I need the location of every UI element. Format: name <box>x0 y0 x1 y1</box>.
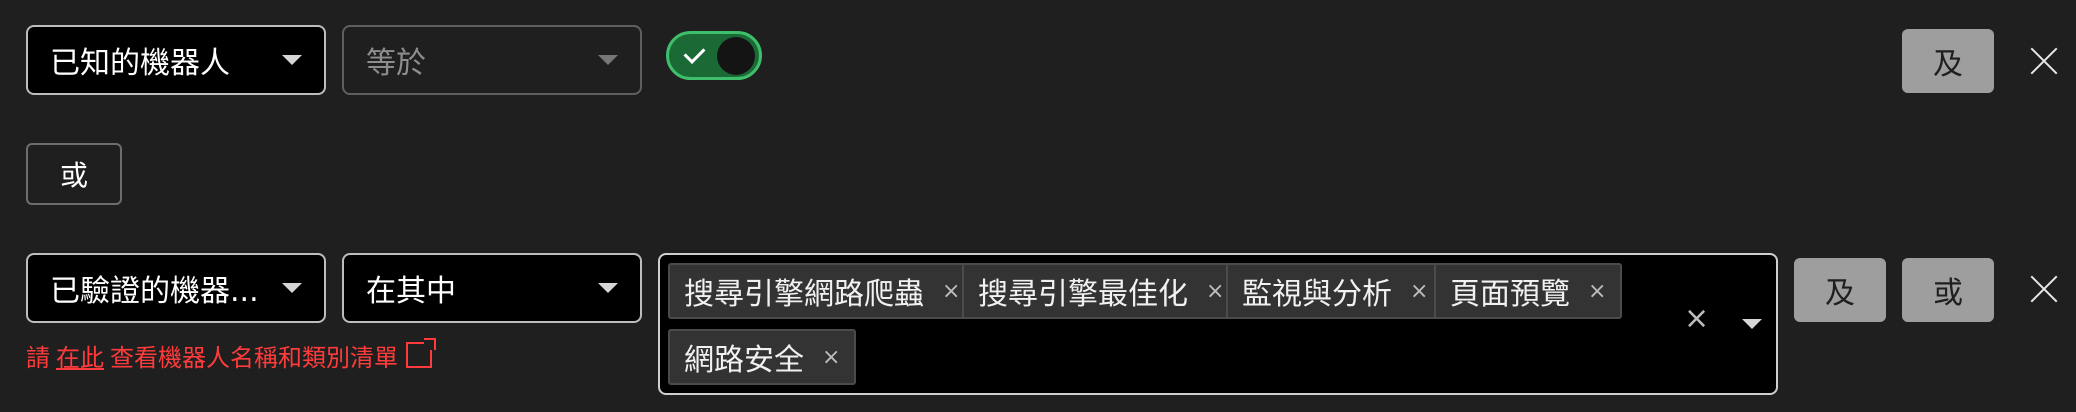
or-separator-button[interactable]: 或 <box>26 143 122 205</box>
clear-all-icon[interactable]: × <box>1684 301 1709 336</box>
chevron-down-icon <box>282 55 302 65</box>
tag-label: 監視與分析 <box>1242 277 1392 312</box>
toggle-knob <box>717 36 755 75</box>
chevron-down-icon <box>598 55 618 65</box>
helper-link[interactable]: 在此 <box>56 338 104 373</box>
tag-remove-icon[interactable]: × <box>822 345 840 370</box>
chevron-down-icon <box>598 283 618 293</box>
chevron-down-icon <box>282 283 302 293</box>
check-icon <box>683 42 706 64</box>
helper-suffix: 查看機器人名稱和類別清單 <box>110 343 398 372</box>
and-button-label: 及 <box>1933 47 1963 82</box>
tag-label: 網路安全 <box>684 343 804 378</box>
operator-select-value: 等於 <box>366 46 426 81</box>
field-select-known-bots[interactable]: 已知的機器人 <box>26 25 326 95</box>
and-button[interactable]: 及 <box>1794 258 1886 322</box>
and-button[interactable]: 及 <box>1902 29 1994 93</box>
field-select-value: 已知的機器人 <box>50 46 230 81</box>
helper-prefix: 請 <box>26 343 50 372</box>
tag-remove-icon[interactable]: × <box>1410 279 1428 304</box>
value-toggle[interactable] <box>666 31 762 80</box>
operator-select-in[interactable]: 在其中 <box>342 253 642 323</box>
tag-security: 網路安全 × <box>668 329 857 385</box>
helper-text: 請 在此 查看機器人名稱和類別清單 <box>26 338 436 373</box>
or-separator-label: 或 <box>59 159 88 192</box>
tag-page-preview: 頁面預覽 × <box>1434 263 1623 319</box>
tag-label: 搜尋引擎最佳化 <box>978 277 1188 312</box>
or-button-label: 或 <box>1933 276 1963 311</box>
tag-monitoring-analytics: 監視與分析 × <box>1226 263 1445 319</box>
tag-remove-icon[interactable]: × <box>942 279 960 304</box>
and-button-label: 及 <box>1825 276 1855 311</box>
external-link-icon <box>406 338 436 368</box>
tag-seo: 搜尋引擎最佳化 × <box>962 263 1241 319</box>
operator-select-disabled: 等於 <box>342 25 642 95</box>
tag-label: 搜尋引擎網路爬蟲 <box>684 277 924 312</box>
tag-remove-icon[interactable]: × <box>1588 279 1606 304</box>
close-icon[interactable] <box>2028 273 2060 305</box>
tag-remove-icon[interactable]: × <box>1206 279 1224 304</box>
operator-select-value: 在其中 <box>366 274 456 309</box>
tag-search-engine-crawler: 搜尋引擎網路爬蟲 × <box>668 263 977 319</box>
or-button[interactable]: 或 <box>1902 258 1994 322</box>
chevron-down-icon[interactable] <box>1742 319 1762 329</box>
tag-label: 頁面預覽 <box>1450 277 1570 312</box>
close-icon[interactable] <box>2028 45 2060 77</box>
field-select-value: 已驗證的機器... <box>50 274 259 309</box>
values-multiselect[interactable]: 搜尋引擎網路爬蟲 × 搜尋引擎最佳化 × 監視與分析 × 頁面預覽 × 網路安全… <box>658 253 1778 395</box>
field-select-verified-bots[interactable]: 已驗證的機器... <box>26 253 326 323</box>
